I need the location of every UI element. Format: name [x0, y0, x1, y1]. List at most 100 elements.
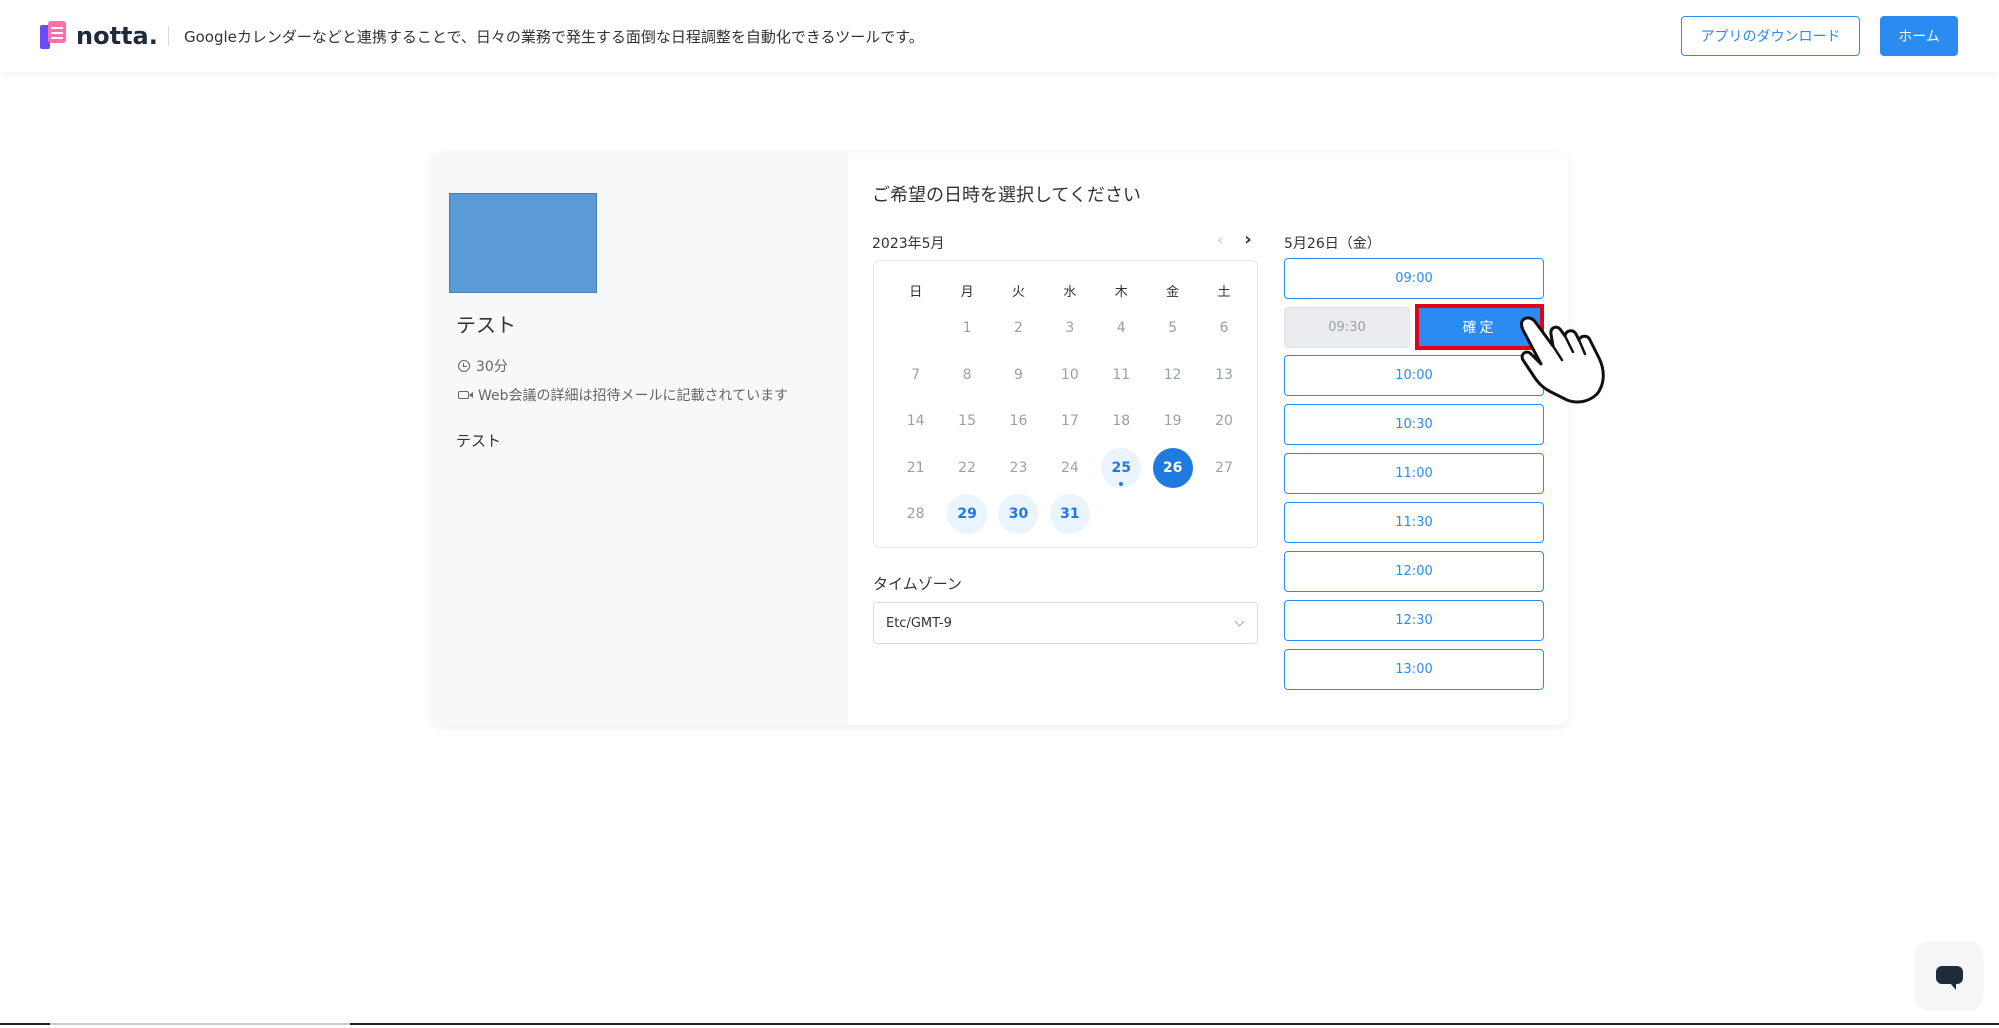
calendar-day-label: 13 [1215, 366, 1233, 383]
calendar-day: 12 [1147, 352, 1198, 399]
booking-card: テスト 30分 Web会議の詳細は招待メールに記載されています テスト ご希望の… [432, 153, 1568, 725]
calendar-day: 4 [1096, 305, 1147, 352]
event-info-panel: テスト 30分 Web会議の詳細は招待メールに記載されています テスト [432, 153, 848, 725]
duration-row: 30分 [458, 356, 508, 376]
calendar-day-label: 10 [1060, 366, 1079, 383]
notta-logo[interactable]: notta. [40, 20, 158, 52]
calendar-day-label: 5 [1168, 320, 1178, 337]
calendar-day: 28 [890, 491, 941, 538]
calendar-day-label: 7 [911, 366, 921, 383]
calendar-day-label: 1 [962, 320, 972, 337]
time-slot[interactable]: 12:00 [1284, 551, 1544, 592]
weekday-header: 水 [1063, 284, 1077, 300]
month-label: 2023年5月 [872, 236, 945, 252]
calendar-day: 11 [1096, 352, 1147, 399]
event-description: テスト [456, 432, 502, 450]
calendar-day-label: 3 [1065, 320, 1075, 337]
calendar-day-label: 27 [1215, 459, 1233, 476]
calendar-day: 27 [1198, 445, 1249, 492]
calendar-day-label: 26 [1152, 447, 1193, 488]
calendar-day: 22 [941, 445, 992, 492]
calendar-day[interactable]: 29 [941, 491, 992, 538]
calendar-day: 18 [1096, 398, 1147, 445]
calendar-day: 13 [1198, 352, 1249, 399]
calendar-day-label: 15 [958, 413, 976, 430]
calendar-day: 20 [1198, 398, 1249, 445]
calendar-day: 21 [890, 445, 941, 492]
time-slot[interactable]: 10:30 [1284, 404, 1544, 445]
calendar-day-label [896, 308, 936, 348]
calendar-day[interactable]: 30 [993, 491, 1044, 538]
calendar-day-selected[interactable]: 26 [1147, 445, 1198, 492]
calendar-day-label: 20 [1215, 413, 1233, 430]
logo-text: notta. [76, 22, 158, 50]
panel-title: ご希望の日時を選択してください [872, 185, 1141, 206]
time-slot[interactable]: 10:00 [1284, 355, 1544, 396]
calendar-day: 15 [941, 398, 992, 445]
calendar-day: 5 [1147, 305, 1198, 352]
calendar-day-label: 9 [1014, 366, 1023, 383]
calendar-day-label: 29 [947, 494, 988, 535]
bottom-scrollbar [0, 1023, 1999, 1025]
chat-bubble-icon [1936, 966, 1963, 990]
weekday-header: 日 [909, 284, 923, 300]
calendar-day-label: 23 [1009, 459, 1028, 476]
calendar-day-label: 31 [1049, 494, 1090, 535]
calendar-day-label: 21 [906, 459, 925, 476]
calendar-day: 7 [890, 352, 941, 399]
calendar-day: 1 [941, 305, 992, 352]
timezone-label: タイムゾーン [873, 575, 962, 593]
notta-logo-icon [40, 21, 66, 51]
selected-time-slot[interactable]: 09:30 [1284, 307, 1410, 348]
hand-pointer-icon [1520, 316, 1605, 404]
calendar-day: 14 [890, 398, 941, 445]
video-icon [458, 391, 473, 399]
weekday-header: 金 [1166, 284, 1180, 300]
calendar-grid: 日月火水木金土 1 2 3 4 5 6 7 8 9 10 11 12 13 14 15 16 17 18 19 20 21… [890, 275, 1250, 538]
calendar-day-label: 22 [958, 459, 976, 476]
time-slot[interactable]: 13:00 [1284, 649, 1544, 690]
calendar-day-label: 16 [1009, 413, 1028, 430]
calendar-empty-cell [890, 305, 941, 352]
calendar-day[interactable]: 25 [1096, 445, 1147, 492]
home-button[interactable]: ホーム [1880, 16, 1958, 56]
calendar-day: 9 [993, 352, 1044, 399]
calendar-day-label: 14 [906, 413, 925, 430]
event-thumbnail [449, 193, 597, 293]
timezone-value: Etc/GMT-9 [886, 615, 952, 631]
chat-support-button[interactable] [1916, 942, 1982, 1008]
time-slot[interactable]: 11:30 [1284, 502, 1544, 543]
calendar-day: 3 [1044, 305, 1095, 352]
weekday-header: 火 [1011, 284, 1025, 300]
calendar-day: 19 [1147, 398, 1198, 445]
time-slot[interactable]: 11:00 [1284, 453, 1544, 494]
chevron-down-icon [1234, 616, 1245, 627]
calendar-day-label: 2 [1014, 320, 1023, 337]
calendar-day: 2 [993, 305, 1044, 352]
calendar-day: 24 [1044, 445, 1095, 492]
header-divider [168, 26, 169, 46]
calendar-day-label: 8 [962, 366, 972, 383]
calendar-day: 16 [993, 398, 1044, 445]
weekday-header: 土 [1217, 284, 1231, 300]
calendar-day: 10 [1044, 352, 1095, 399]
selected-date-heading: 5月26日（金） [1284, 236, 1381, 252]
calendar-day-label: 30 [998, 494, 1039, 535]
calendar-day-label: 18 [1112, 413, 1131, 430]
meeting-note-text: Web会議の詳細は招待メールに記載されています [478, 388, 789, 404]
weekday-header: 木 [1114, 284, 1128, 300]
calendar: 日月火水木金土 1 2 3 4 5 6 7 8 9 10 11 12 13 14 15 16 17 18 19 20 21… [873, 260, 1258, 548]
download-app-button[interactable]: アプリのダウンロード [1681, 16, 1860, 56]
next-month-button[interactable]: › [1240, 229, 1256, 250]
time-slot[interactable]: 12:30 [1284, 600, 1544, 641]
duration-text: 30分 [476, 359, 508, 375]
calendar-day: 23 [993, 445, 1044, 492]
prev-month-button[interactable]: ‹ [1212, 231, 1228, 249]
timezone-select[interactable]: Etc/GMT-9 [873, 602, 1258, 644]
calendar-day-label: 11 [1112, 366, 1131, 383]
event-title: テスト [456, 313, 516, 337]
top-header: notta. Googleカレンダーなどと連携することで、日々の業務で発生する面… [0, 0, 1999, 72]
time-slot[interactable]: 09:00 [1284, 258, 1544, 299]
calendar-day: 17 [1044, 398, 1095, 445]
calendar-day[interactable]: 31 [1044, 491, 1095, 538]
